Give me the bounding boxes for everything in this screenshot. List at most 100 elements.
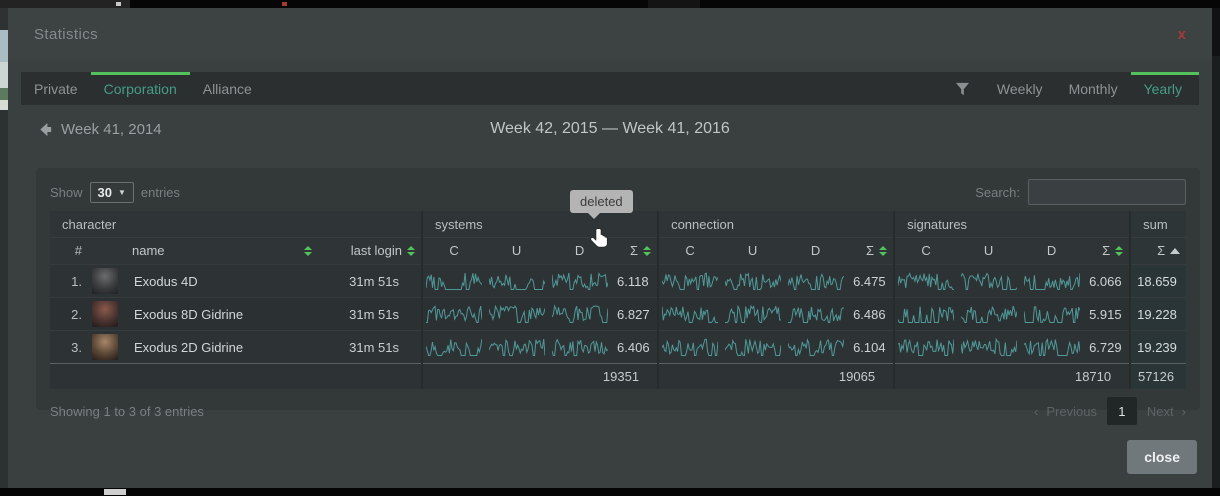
mouse-cursor bbox=[588, 226, 612, 254]
tab-private[interactable]: Private bbox=[21, 72, 91, 105]
col-systems-u[interactable]: U bbox=[485, 238, 548, 265]
show-label: Show bbox=[50, 185, 83, 200]
sparkline-chart bbox=[1024, 304, 1080, 324]
table-row[interactable]: 1. Exodus 4D 31m 51s 6.118 6.475 6.066 bbox=[50, 265, 1186, 298]
modal-title: Statistics bbox=[34, 26, 98, 43]
previous-page-button[interactable]: ‹ Previous bbox=[1034, 404, 1097, 419]
chevron-right-icon: › bbox=[1182, 404, 1186, 419]
sparkline-chart bbox=[662, 337, 718, 357]
sparkline-chart bbox=[961, 337, 1017, 357]
sparkline-chart bbox=[725, 337, 781, 357]
col-signatures-d[interactable]: D bbox=[1020, 238, 1083, 265]
totals-row: 19351 19065 18710 57126 bbox=[50, 364, 1186, 390]
week-navigation: Week 41, 2014 Week 42, 2015 — Week 41, 2… bbox=[8, 109, 1212, 153]
next-page-button[interactable]: Next › bbox=[1147, 404, 1186, 419]
group-header-row: character systems connection signatures … bbox=[50, 211, 1186, 238]
systems-total: 19351 bbox=[422, 364, 658, 390]
table-footer: Showing 1 to 3 of 3 entries ‹ Previous 1… bbox=[50, 391, 1186, 431]
avatar bbox=[92, 268, 118, 294]
signatures-total: 18710 bbox=[894, 364, 1130, 390]
sparkline-chart bbox=[662, 271, 718, 291]
col-systems-sum[interactable]: Σ bbox=[611, 238, 658, 265]
sort-asc-icon bbox=[1170, 248, 1180, 254]
table-row[interactable]: 2. Exodus 8D Gidrine 31m 51s 6.827 6.486 bbox=[50, 298, 1186, 331]
sparkline-chart bbox=[552, 337, 608, 357]
chevron-left-icon: ‹ bbox=[1034, 404, 1038, 419]
sparkline-chart bbox=[788, 337, 844, 357]
group-sum: sum bbox=[1130, 211, 1186, 238]
sparkline-chart bbox=[489, 304, 545, 324]
col-systems-c[interactable]: C bbox=[422, 238, 485, 265]
sparkline-chart bbox=[788, 304, 844, 324]
background-page-right bbox=[1212, 8, 1220, 488]
col-signatures-u[interactable]: U bbox=[957, 238, 1020, 265]
tab-alliance[interactable]: Alliance bbox=[190, 72, 265, 105]
sparkline-chart bbox=[898, 304, 954, 324]
search-label: Search: bbox=[975, 185, 1020, 200]
modal-header: Statistics x bbox=[8, 8, 1212, 60]
col-signatures-c[interactable]: C bbox=[894, 238, 957, 265]
close-button[interactable]: close bbox=[1127, 440, 1197, 474]
tab-yearly[interactable]: Yearly bbox=[1131, 72, 1199, 105]
pagination: ‹ Previous 1 Next › bbox=[1034, 397, 1186, 425]
sparkline-chart bbox=[1024, 271, 1080, 291]
sparkline-chart bbox=[788, 271, 844, 291]
sparkline-chart bbox=[489, 337, 545, 357]
group-connection: connection bbox=[658, 211, 894, 238]
sparkline-chart bbox=[898, 337, 954, 357]
page-size-select[interactable]: 30 ▼ bbox=[90, 182, 134, 203]
sort-icon bbox=[407, 246, 415, 256]
tab-monthly[interactable]: Monthly bbox=[1056, 72, 1131, 105]
col-connection-sum[interactable]: Σ bbox=[847, 238, 894, 265]
column-header-row: # name last login C U D Σ C U D Σ C U D … bbox=[50, 238, 1186, 265]
sparkline-chart bbox=[552, 304, 608, 324]
tab-weekly[interactable]: Weekly bbox=[984, 72, 1056, 105]
sparkline-chart bbox=[426, 337, 482, 357]
sort-icon bbox=[1115, 246, 1123, 256]
close-icon[interactable]: x bbox=[1178, 27, 1186, 42]
connection-total: 19065 bbox=[658, 364, 894, 390]
group-character: character bbox=[50, 211, 422, 238]
showing-entries-label: Showing 1 to 3 of 3 entries bbox=[50, 404, 204, 419]
sparkline-chart bbox=[961, 271, 1017, 291]
avatar bbox=[92, 301, 118, 327]
col-connection-d[interactable]: D bbox=[784, 238, 847, 265]
sparkline-chart bbox=[1024, 337, 1080, 357]
sparkline-chart bbox=[961, 304, 1017, 324]
sort-icon bbox=[304, 246, 312, 256]
tab-corporation[interactable]: Corporation bbox=[91, 72, 190, 105]
sparkline-chart bbox=[426, 304, 482, 324]
grand-total: 57126 bbox=[1130, 364, 1186, 390]
sparkline-chart bbox=[725, 304, 781, 324]
search-input[interactable] bbox=[1028, 179, 1186, 205]
col-last-login[interactable]: last login bbox=[318, 238, 422, 265]
background-page-top bbox=[0, 0, 1220, 8]
col-connection-u[interactable]: U bbox=[721, 238, 784, 265]
chevron-down-icon: ▼ bbox=[118, 188, 126, 197]
page-number-button[interactable]: 1 bbox=[1107, 397, 1137, 425]
col-rank[interactable]: # bbox=[50, 238, 86, 265]
sparkline-chart bbox=[489, 271, 545, 291]
statistics-table: character systems connection signatures … bbox=[50, 211, 1186, 389]
col-name[interactable]: name bbox=[126, 238, 318, 265]
col-signatures-sum[interactable]: Σ bbox=[1083, 238, 1130, 265]
screen: Statistics x Private Corporation Allianc… bbox=[0, 0, 1220, 496]
col-connection-c[interactable]: C bbox=[658, 238, 721, 265]
week-range-label: Week 42, 2015 — Week 41, 2016 bbox=[8, 120, 1212, 138]
sort-icon bbox=[643, 246, 651, 256]
background-page-left bbox=[0, 8, 8, 488]
background-page-bottom bbox=[0, 488, 1220, 496]
group-signatures: signatures bbox=[894, 211, 1130, 238]
sparkline-chart bbox=[426, 271, 482, 291]
sort-icon bbox=[879, 246, 887, 256]
tab-strip: Private Corporation Alliance Weekly Mont… bbox=[21, 72, 1199, 105]
deleted-tooltip: deleted bbox=[570, 190, 633, 213]
filter-icon[interactable] bbox=[941, 72, 984, 105]
sparkline-chart bbox=[898, 271, 954, 291]
avatar bbox=[92, 334, 118, 360]
sparkline-chart bbox=[725, 271, 781, 291]
group-systems: systems bbox=[422, 211, 658, 238]
table-row[interactable]: 3. Exodus 2D Gidrine 31m 51s 6.406 6.104 bbox=[50, 331, 1186, 364]
sparkline-chart bbox=[552, 271, 608, 291]
col-total-sum[interactable]: Σ bbox=[1130, 238, 1186, 265]
